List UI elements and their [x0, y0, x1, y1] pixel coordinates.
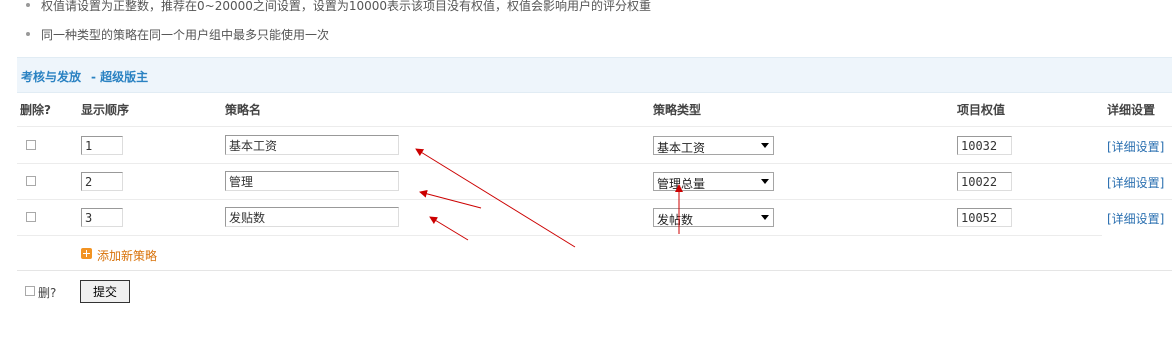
row-detail-link[interactable]: [详细设置] — [1107, 210, 1164, 227]
row-weight-input[interactable] — [957, 136, 1012, 155]
row-type-value: 发帖数 — [657, 213, 694, 227]
add-strategy-label: 添加新策略 — [97, 249, 158, 263]
delete-all-checkbox[interactable] — [25, 286, 35, 296]
row-order-input[interactable] — [81, 136, 123, 155]
row-type-select[interactable]: 管理总量 — [653, 172, 774, 191]
tip-item: 同一种类型的策略在同一个用户组中最多只能使用一次 — [24, 28, 329, 52]
divider — [17, 199, 1172, 200]
submit-button[interactable]: 提交 — [80, 280, 130, 303]
row-weight-input[interactable] — [957, 208, 1012, 227]
column-header-order: 显示顺序 — [81, 103, 130, 117]
plus-icon — [81, 248, 92, 259]
row-detail-link[interactable]: [详细设置] — [1107, 174, 1164, 191]
row-name-input[interactable] — [225, 171, 399, 191]
row-type-value: 基本工资 — [657, 141, 706, 155]
annotation-arrow — [429, 216, 469, 241]
row-name-input[interactable] — [225, 207, 399, 227]
row-delete-checkbox[interactable] — [26, 140, 36, 150]
row-name-input[interactable] — [225, 135, 399, 155]
divider — [17, 126, 1172, 127]
row-order-input[interactable] — [81, 208, 123, 227]
column-header-delete: 删除? — [20, 103, 51, 117]
dropdown-arrow-icon — [761, 179, 769, 184]
divider — [17, 270, 1172, 271]
row-weight-input[interactable] — [957, 172, 1012, 191]
bullet-icon — [26, 32, 30, 36]
section-subtitle: - 超级版主 — [91, 70, 149, 84]
tip-text: 同一种类型的策略在同一个用户组中最多只能使用一次 — [41, 28, 330, 42]
column-header-name: 策略名 — [225, 103, 262, 117]
row-detail-link[interactable]: [详细设置] — [1107, 138, 1164, 155]
tip-text: 权值请设置为正整数，推荐在0~20000之间设置，设置为10000表示该项目没有… — [41, 0, 652, 13]
column-header-weight: 项目权值 — [957, 103, 1006, 117]
row-order-input[interactable] — [81, 172, 123, 191]
annotation-arrow — [419, 189, 482, 209]
row-type-value: 管理总量 — [657, 177, 706, 191]
section-header: 考核与发放 - 超级版主 — [17, 57, 1172, 93]
delete-all-label: 删? — [38, 286, 57, 300]
bullet-icon — [26, 3, 30, 7]
dropdown-arrow-icon — [761, 143, 769, 148]
divider — [17, 163, 1172, 164]
tip-item: 权值请设置为正整数，推荐在0~20000之间设置，设置为10000表示该项目没有… — [24, 0, 651, 23]
row-delete-checkbox[interactable] — [26, 176, 36, 186]
divider — [17, 235, 1102, 236]
row-delete-checkbox[interactable] — [26, 212, 36, 222]
row-type-select[interactable]: 基本工资 — [653, 136, 774, 155]
row-type-select[interactable]: 发帖数 — [653, 208, 774, 227]
column-header-type: 策略类型 — [653, 103, 702, 117]
dropdown-arrow-icon — [761, 215, 769, 220]
column-header-detail: 详细设置 — [1107, 103, 1156, 117]
section-title: 考核与发放 — [21, 70, 82, 84]
